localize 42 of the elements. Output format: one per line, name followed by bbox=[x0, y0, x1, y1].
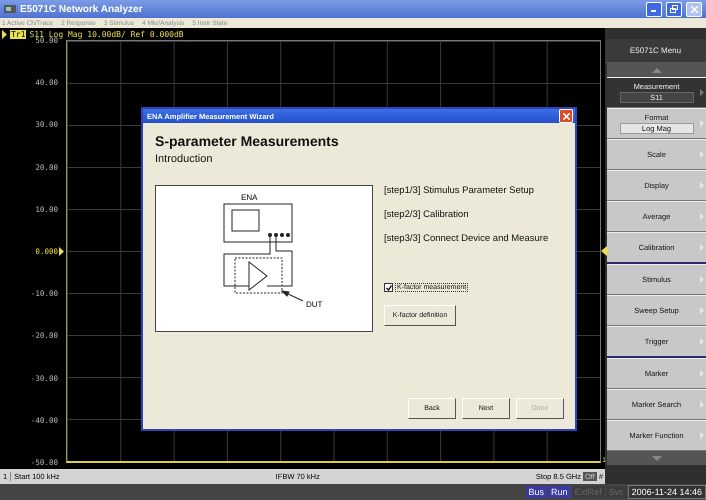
device-label: DUT bbox=[306, 300, 322, 309]
caret-icon bbox=[700, 401, 704, 408]
dialog-subheading: Introduction bbox=[155, 153, 214, 165]
caret-icon bbox=[700, 307, 704, 314]
step-text: [step3/3] Connect Device and Measure bbox=[384, 233, 548, 244]
up-arrow-icon bbox=[652, 68, 662, 72]
app-icon bbox=[4, 4, 16, 14]
reference-marker-icon bbox=[2, 30, 7, 38]
status-indicator: Run bbox=[548, 486, 571, 498]
instrument-drawing bbox=[224, 204, 292, 242]
caret-icon bbox=[700, 276, 704, 283]
trace-tag: Tr1 bbox=[10, 30, 26, 38]
checkbox[interactable] bbox=[384, 283, 393, 292]
caret-icon bbox=[700, 338, 704, 345]
date-time: 2006-11-24 14:46 bbox=[628, 485, 706, 499]
caret-icon bbox=[700, 432, 704, 439]
menu-title: E5071C Menu bbox=[605, 39, 706, 63]
restore-icon bbox=[670, 5, 678, 13]
dialog-heading: S-parameter Measurements bbox=[155, 133, 340, 149]
down-arrow-icon bbox=[652, 456, 662, 460]
close-button[interactable] bbox=[686, 2, 702, 16]
amplifier-drawing bbox=[224, 234, 292, 294]
instrument-label: ENA bbox=[241, 193, 258, 202]
trace-settings: S11 Log Mag 10.00dB/ Ref 0.000dB bbox=[29, 30, 184, 38]
caret-icon bbox=[700, 244, 704, 251]
caret-icon bbox=[700, 120, 704, 127]
minimize-button[interactable] bbox=[646, 2, 662, 16]
close-icon bbox=[690, 6, 698, 12]
restore-button[interactable] bbox=[666, 2, 682, 16]
close-icon bbox=[562, 112, 570, 120]
step-text: [step1/3] Stimulus Parameter Setup bbox=[384, 185, 535, 196]
reference-marker-icon bbox=[59, 246, 64, 256]
caret-icon bbox=[700, 151, 704, 158]
pointer-arrow bbox=[280, 290, 304, 302]
status-indicator: Bus bbox=[526, 486, 548, 498]
step-text: [step2/3] Calibration bbox=[384, 209, 470, 220]
window-title: E5071C Network Analyzer bbox=[20, 4, 144, 14]
close-button[interactable] bbox=[559, 109, 573, 123]
caret-icon bbox=[700, 182, 704, 189]
caret-icon bbox=[700, 370, 704, 377]
caret-icon bbox=[700, 89, 704, 96]
caret-icon bbox=[700, 213, 704, 220]
